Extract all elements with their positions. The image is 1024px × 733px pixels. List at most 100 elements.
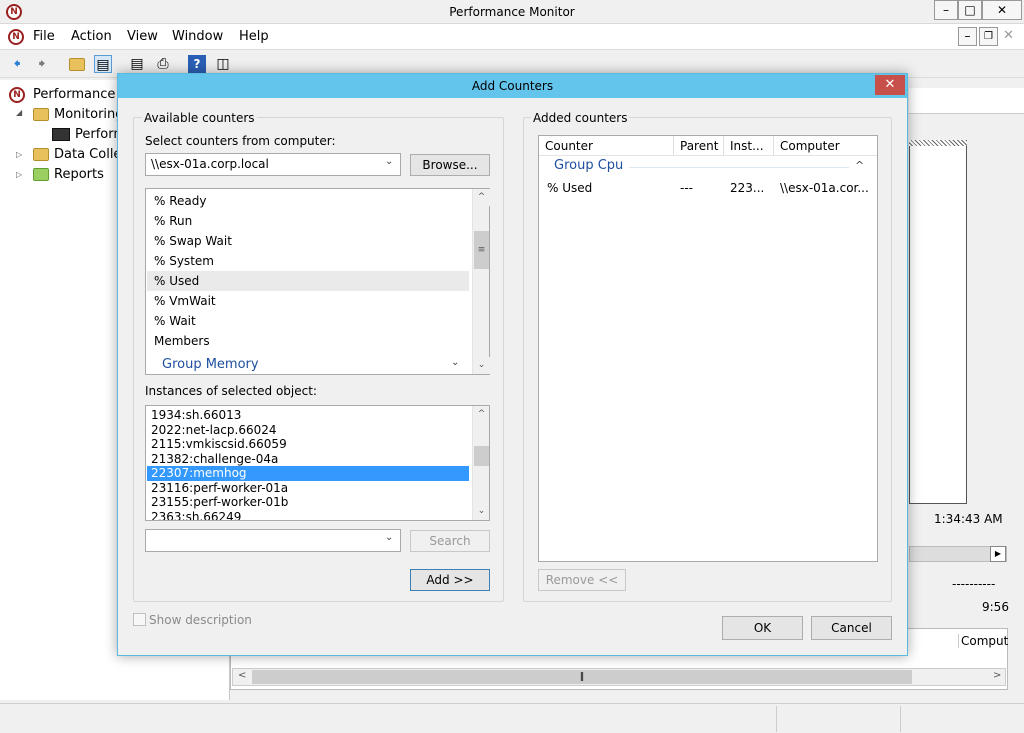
column-parent[interactable]: Parent <box>674 136 724 156</box>
help-icon[interactable]: ? <box>188 55 206 73</box>
scroll-right-icon[interactable]: > <box>993 670 1001 681</box>
child-close-button[interactable]: ✕ <box>1003 28 1014 43</box>
status-bar <box>0 703 1024 733</box>
instance-item[interactable]: 2115:vmkiscsid.66059 <box>147 437 469 452</box>
reports-folder-icon <box>33 168 49 181</box>
added-counter-row[interactable]: % Used --- 223... \\esx-01a.cor... <box>539 178 877 198</box>
graph-dashes: ---------- <box>952 577 996 591</box>
action-pane-icon[interactable]: ◫ <box>214 55 232 73</box>
properties-icon[interactable]: ▤ <box>128 55 146 73</box>
added-list-header: Counter Parent Inst... Computer <box>539 136 877 156</box>
expand-reports-icon[interactable]: ▷ <box>16 170 22 179</box>
instances-list: 1934:sh.66013 2022:net-lacp.66024 2115:v… <box>145 405 490 521</box>
dialog-titlebar: Add Counters ✕ <box>118 74 907 98</box>
instance-item[interactable]: 1934:sh.66013 <box>147 408 469 423</box>
search-combo[interactable]: ⌄ <box>145 529 401 552</box>
dialog-close-button[interactable]: ✕ <box>875 75 905 95</box>
counters-scrollbar[interactable]: ^ ≡ ⌄ <box>472 189 490 374</box>
counter-item[interactable]: % System <box>147 251 472 271</box>
scroll-up-icon[interactable]: ^ <box>473 189 490 206</box>
menu-window[interactable]: Window <box>172 29 223 44</box>
counter-group-memory[interactable]: Group Memory <box>147 355 457 375</box>
menu-view[interactable]: View <box>127 29 158 44</box>
expand-data-collector-icon[interactable]: ▷ <box>16 150 22 159</box>
scroll-right-icon[interactable]: ▶ <box>990 546 1006 562</box>
chevron-down-icon: ⌄ <box>385 156 394 167</box>
menu-bar: N File Action View Window Help – ❐ ✕ <box>0 24 1024 50</box>
scroll-down-icon[interactable]: ⌄ <box>473 357 490 374</box>
instance-item[interactable]: 23155:perf-worker-01b <box>147 495 469 510</box>
scroll-thumb[interactable] <box>474 446 489 466</box>
added-counter-computer: \\esx-01a.cor... <box>780 181 869 195</box>
computer-combo[interactable]: \\esx-01a.corp.local ⌄ <box>145 153 401 176</box>
scroll-thumb[interactable]: ≡ <box>474 231 489 269</box>
minimize-button[interactable]: – <box>934 0 958 20</box>
column-instance[interactable]: Inst... <box>724 136 774 156</box>
tree-item-reports[interactable]: Reports <box>54 167 104 182</box>
scroll-down-icon[interactable]: ⌄ <box>473 503 489 520</box>
counter-item[interactable]: % Swap Wait <box>147 231 472 251</box>
group-collapse-chevron-icon[interactable]: ^ <box>855 159 864 172</box>
tree-item-performance[interactable]: Performance <box>33 87 115 102</box>
counter-item[interactable]: % Wait <box>147 311 472 331</box>
instances-scrollbar[interactable]: ^ ⌄ <box>472 406 489 520</box>
show-description-checkbox[interactable] <box>133 613 146 626</box>
up-folder-icon[interactable] <box>68 55 86 73</box>
add-counters-dialog: Add Counters ✕ Available counters Select… <box>117 73 908 656</box>
menu-file[interactable]: File <box>33 29 55 44</box>
search-button[interactable]: Search <box>410 530 490 552</box>
add-button[interactable]: Add >> <box>410 569 490 591</box>
column-counter[interactable]: Counter <box>539 136 674 156</box>
counter-item-selected[interactable]: % Used <box>147 271 469 291</box>
instance-item[interactable]: 2022:net-lacp.66024 <box>147 423 469 438</box>
legend-scroll-thumb[interactable]: ‖ <box>252 670 912 684</box>
added-counter-parent: --- <box>680 181 693 195</box>
browse-button[interactable]: Browse... <box>410 154 490 176</box>
graph-hatch <box>909 140 967 146</box>
performance-icon: N <box>9 87 25 103</box>
expand-monitoring-icon[interactable]: ◢ <box>16 108 22 117</box>
child-restore-button[interactable]: ❐ <box>979 27 998 46</box>
legend-column-computer[interactable]: Comput <box>958 634 1008 648</box>
instance-item[interactable]: 21382:challenge-04a <box>147 452 469 467</box>
forward-icon[interactable]: 🠺 <box>33 55 51 73</box>
added-counter-name: % Used <box>547 181 593 195</box>
dialog-title: Add Counters <box>471 79 554 93</box>
menu-help[interactable]: Help <box>239 29 269 44</box>
scroll-up-icon[interactable]: ^ <box>473 406 489 423</box>
added-counters-list: Counter Parent Inst... Computer Group Cp… <box>538 135 878 562</box>
counter-item[interactable]: Members <box>147 331 472 351</box>
ok-button[interactable]: OK <box>722 616 803 640</box>
folder-icon <box>33 108 49 121</box>
show-hide-tree-icon[interactable]: ▤ <box>94 55 112 73</box>
instance-item-selected[interactable]: 22307:memhog <box>147 466 469 481</box>
maximize-button[interactable]: □ <box>958 0 982 20</box>
counter-item[interactable]: % Run <box>147 211 472 231</box>
print-icon[interactable]: ⎙ <box>154 55 172 73</box>
instance-item[interactable]: 2363:sh.66249 <box>147 510 469 520</box>
chevron-down-icon: ⌄ <box>385 532 394 543</box>
back-icon[interactable]: 🠸 <box>8 55 26 73</box>
tree-item-monitoring[interactable]: Monitoring <box>54 107 124 122</box>
cancel-button[interactable]: Cancel <box>811 616 892 640</box>
counter-item[interactable]: % VmWait <box>147 291 472 311</box>
scroll-left-icon[interactable]: < <box>238 670 246 681</box>
column-computer[interactable]: Computer <box>774 136 870 156</box>
group-expand-chevron-icon[interactable]: ⌄ <box>451 357 459 368</box>
remove-button[interactable]: Remove << <box>538 569 626 591</box>
performance-monitor-chart-icon <box>52 128 70 141</box>
available-counters-label: Available counters <box>142 111 257 125</box>
added-counter-instance: 223... <box>730 181 765 195</box>
instance-item[interactable]: 23116:perf-worker-01a <box>147 481 469 496</box>
graph-toolbar-strip <box>909 88 1024 114</box>
child-minimize-button[interactable]: – <box>958 27 977 46</box>
added-group-cpu[interactable]: Group Cpu <box>554 158 623 173</box>
status-divider <box>776 706 777 732</box>
tree-item-data-collector-sets[interactable]: Data Colle <box>54 147 121 162</box>
show-description-label: Show description <box>149 613 252 627</box>
close-button[interactable]: ✕ <box>982 0 1022 20</box>
menu-action[interactable]: Action <box>71 29 112 44</box>
counter-item[interactable]: % Ready <box>147 191 472 211</box>
mmc-icon[interactable]: N <box>8 29 24 45</box>
computer-value: \\esx-01a.corp.local <box>151 157 269 171</box>
